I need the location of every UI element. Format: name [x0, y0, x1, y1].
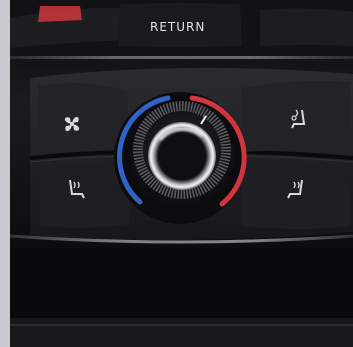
climate-control-photo: RETURN: [10, 0, 353, 347]
return-label: RETURN: [150, 20, 206, 34]
top-right-bezel: [260, 8, 353, 46]
right-seat-heat-button[interactable]: [242, 161, 350, 229]
bottom-console: [10, 318, 353, 347]
lower-console: [10, 248, 353, 318]
dashboard-scene: [10, 0, 353, 347]
knob-center: [158, 132, 206, 180]
left-frame-strip: [0, 0, 10, 347]
fan-button[interactable]: [38, 83, 128, 154]
upper-trim-line: [10, 56, 353, 59]
red-indicator-strip: [38, 6, 82, 22]
